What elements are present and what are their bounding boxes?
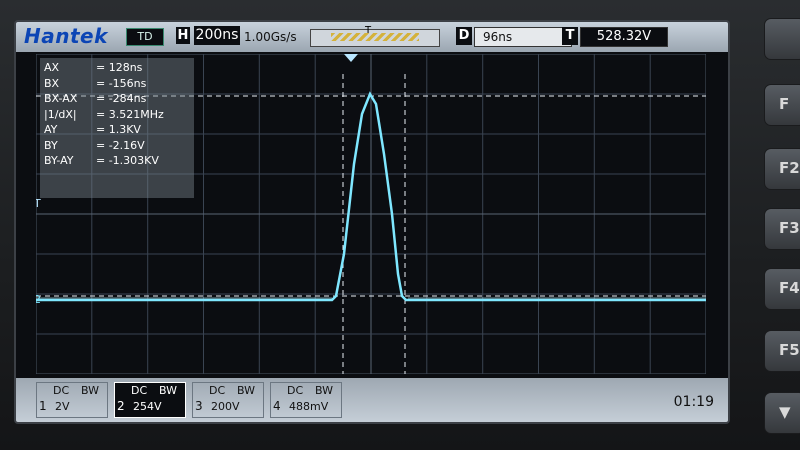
cursor-row-ay: AY = 1.3KV	[44, 123, 141, 136]
clock: 01:19	[673, 394, 714, 410]
cursor-measurements-panel: AX = 128ns BX = -156ns BX-AX = -284ns |1/dX…	[40, 58, 194, 198]
side-button-f1[interactable]: F	[764, 84, 800, 126]
channel-1-button[interactable]: 1 DC BW 2V	[36, 382, 108, 418]
side-button-f2[interactable]: F2	[764, 148, 800, 190]
cursor-row-delta-y: BY-AY = -1.303KV	[44, 154, 159, 167]
cursor-row-by: BY = -2.16V	[44, 138, 145, 152]
oscilloscope-screen: Hantek TD H 200ns 1.00Gs/s T D 96ns T 52…	[14, 20, 730, 424]
trigger-label: T	[562, 27, 578, 45]
side-button-down[interactable]: ▼	[764, 392, 800, 434]
cursor-row-bx: BX = -156ns	[44, 76, 147, 90]
cursor-row-frequency: |1/dX| = 3.521MHz	[44, 107, 164, 121]
trigger-level-value: 528.32V	[580, 27, 668, 47]
side-button-f3[interactable]: F3	[764, 208, 800, 250]
trigger-pointer-icon	[344, 54, 358, 62]
cursor-row-ax: AX = 128ns	[44, 61, 143, 74]
cursor-row-delta-x: BX-AX = -284ns	[44, 92, 147, 105]
channel-2-button[interactable]: 2 DC BW 254V	[114, 382, 186, 418]
memory-window-icon	[331, 33, 419, 41]
trigger-level-marker: T	[36, 197, 41, 210]
status-bar: Hantek TD H 200ns 1.00Gs/s T D 96ns T 52…	[16, 22, 728, 52]
channel-4-button[interactable]: 4 DC BW 488mV	[270, 382, 342, 418]
delay-value: 96ns	[474, 27, 572, 47]
delay-label: D	[456, 27, 472, 45]
brand-logo: Hantek	[24, 24, 108, 48]
channel-2-ground-marker: 2	[36, 293, 41, 306]
side-button-f5[interactable]: F5	[764, 330, 800, 372]
trigger-position-marker: T	[365, 25, 372, 36]
side-button-f4[interactable]: F4	[764, 268, 800, 310]
trigger-position-bar: T	[310, 25, 440, 47]
sample-rate: 1.00Gs/s	[244, 30, 297, 44]
side-button-1[interactable]	[764, 18, 800, 60]
horizontal-label: H	[176, 27, 190, 44]
channel-3-button[interactable]: 3 DC BW 200V	[192, 382, 264, 418]
timebase-value: 200ns	[194, 26, 240, 45]
channel-status-bar: 1 DC BW 2V 2 DC BW 254V 3 DC BW 200V 4 D…	[16, 378, 728, 422]
acquisition-mode: TD	[126, 28, 164, 46]
